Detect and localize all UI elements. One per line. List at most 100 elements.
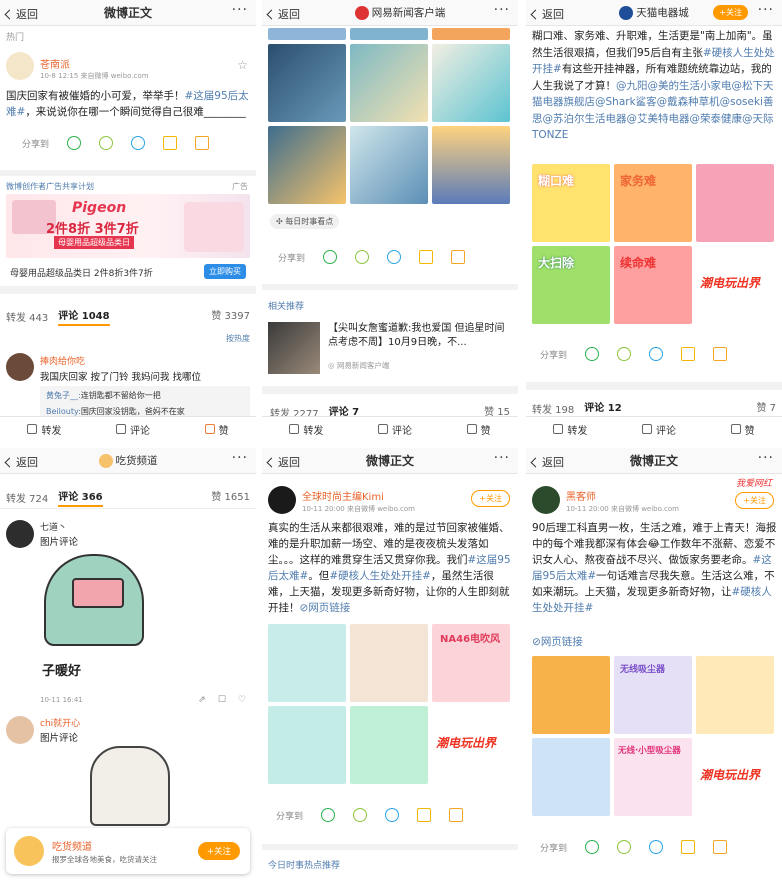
back-button[interactable]: 返回 [530,454,564,470]
tab-comments[interactable]: 评论 366 [58,488,103,507]
tab-repost[interactable]: 转发 443 [6,309,48,324]
follow-button[interactable]: +关注 [735,492,774,509]
comic-image[interactable] [268,126,346,204]
repost-button[interactable]: 转发 [289,422,323,437]
reply-user-1[interactable]: 黄兔子__: [46,391,81,400]
back-button[interactable]: 返回 [266,6,300,22]
poster-image[interactable]: 家务难 [614,164,692,242]
back-button[interactable]: 返回 [266,454,300,470]
qq-icon[interactable] [649,840,664,854]
tab-likes[interactable]: 赞 7 [756,399,776,414]
comic-image[interactable] [350,44,428,122]
poster-image[interactable]: 续命难 [614,246,692,324]
favorite-icon[interactable] [681,347,696,361]
comic-image[interactable] [268,44,346,122]
reply-user-2[interactable]: Beilouty: [46,407,81,416]
product-image[interactable] [696,656,774,734]
repost-button[interactable]: 转发 [27,422,61,437]
back-button[interactable]: 返回 [4,454,38,470]
poster-image[interactable]: 大扫除 [532,246,610,324]
hashtag-link-2[interactable]: #硬核人生处处开挂# [329,570,431,582]
back-button[interactable]: 返回 [530,6,564,22]
product-image[interactable] [268,706,346,784]
poster-image[interactable] [696,164,774,242]
product-image[interactable] [350,706,428,784]
save-icon[interactable] [713,840,728,854]
comment-button[interactable]: 评论 [641,422,676,437]
follow-banner[interactable]: 吃货频道 报罗全球各地美食，吃货请关注 +关注 [6,828,250,874]
more-icon[interactable]: ··· [232,2,248,18]
product-image[interactable]: 潮电玩出界 [696,738,774,816]
moments-icon[interactable] [617,347,632,361]
tab-comments[interactable]: 评论 1048 [58,307,110,326]
reply-icon[interactable]: ☐ [218,695,226,705]
favorite-icon[interactable] [417,808,432,822]
moments-icon[interactable] [617,840,632,854]
user-name[interactable]: 黑客师 [566,488,596,503]
ad-plan-label[interactable]: 微博创作者广告共享计划 [6,181,94,192]
commenter-avatar-2[interactable] [6,716,34,744]
tab-likes[interactable]: 赞 1651 [211,488,250,503]
wechat-icon[interactable] [585,347,600,361]
ad-banner[interactable]: Pigeon 2件8折 3件7折 母婴用品超级品类日 [6,194,250,258]
wechat-icon[interactable] [323,250,338,264]
user-name[interactable]: 全球时尚主编Kimi [302,488,384,503]
product-image[interactable]: NA46电吹风 [432,624,510,702]
commenter-name[interactable]: 七道丶 [40,520,67,533]
product-image[interactable] [532,738,610,816]
poster-image[interactable]: 糊口难 [532,164,610,242]
save-icon[interactable] [451,250,466,264]
favorite-icon[interactable] [419,250,434,264]
back-button[interactable]: 返回 [4,6,38,22]
share-icon[interactable]: ⇗ [198,695,206,705]
wechat-icon[interactable] [67,136,82,150]
tab-repost[interactable]: 转发 198 [532,401,574,416]
save-icon[interactable] [195,136,210,150]
comment-image[interactable]: 子暖好 [40,548,148,688]
comic-image[interactable] [350,28,428,40]
like-button[interactable]: 赞 [730,422,755,437]
follow-button[interactable]: +关注 [471,490,510,507]
moments-icon[interactable] [355,250,370,264]
qq-icon[interactable] [131,136,146,150]
commenter-name-2[interactable]: chi就开心 [40,716,80,729]
sort-button[interactable]: 按热度 [226,333,250,344]
moments-icon[interactable] [353,808,368,822]
web-link[interactable]: ⊘网页链接 [532,634,583,649]
commenter-name[interactable]: 捧肉给你吃 [40,354,85,367]
star-icon[interactable]: ☆ [237,58,248,72]
comic-image[interactable] [432,44,510,122]
wechat-icon[interactable] [585,840,600,854]
comment-button[interactable]: 评论 [377,422,412,437]
qq-icon[interactable] [387,250,402,264]
comic-image[interactable] [350,126,428,204]
more-icon[interactable]: ··· [758,2,774,18]
commenter-avatar[interactable] [6,353,34,381]
comic-image[interactable] [432,28,510,40]
user-name[interactable]: 苍南派 [40,56,70,71]
more-icon[interactable]: ··· [758,450,774,466]
hot-topics-title[interactable]: 今日时事热点推荐 [268,858,340,871]
avatar[interactable] [268,486,296,514]
qq-icon[interactable] [385,808,400,822]
moments-icon[interactable] [99,136,114,150]
tab-repost[interactable]: 转发 724 [6,490,48,505]
banner-follow-button[interactable]: +关注 [197,842,240,860]
commenter-avatar[interactable] [6,520,34,548]
follow-button[interactable]: +关注 [713,5,748,20]
repost-button[interactable]: 转发 [553,422,587,437]
avatar[interactable] [6,52,34,80]
topic-tag[interactable]: ✣ 每日时事看点 [270,214,340,229]
save-icon[interactable] [449,808,464,822]
product-image[interactable]: 无线·小型吸尘器 [614,738,692,816]
like-button[interactable]: 赞 [204,422,229,437]
comic-image[interactable] [432,126,510,204]
web-link[interactable]: ⊘网页链接 [300,602,351,614]
tab-likes[interactable]: 赞 3397 [211,307,250,322]
ad-buy-button[interactable]: 立即购买 [204,264,246,279]
product-image[interactable]: 无线吸尘器 [614,656,692,734]
product-image[interactable] [532,656,610,734]
avatar[interactable] [532,486,560,514]
like-icon[interactable]: ♡ [238,695,246,705]
like-button[interactable]: 赞 [466,422,491,437]
